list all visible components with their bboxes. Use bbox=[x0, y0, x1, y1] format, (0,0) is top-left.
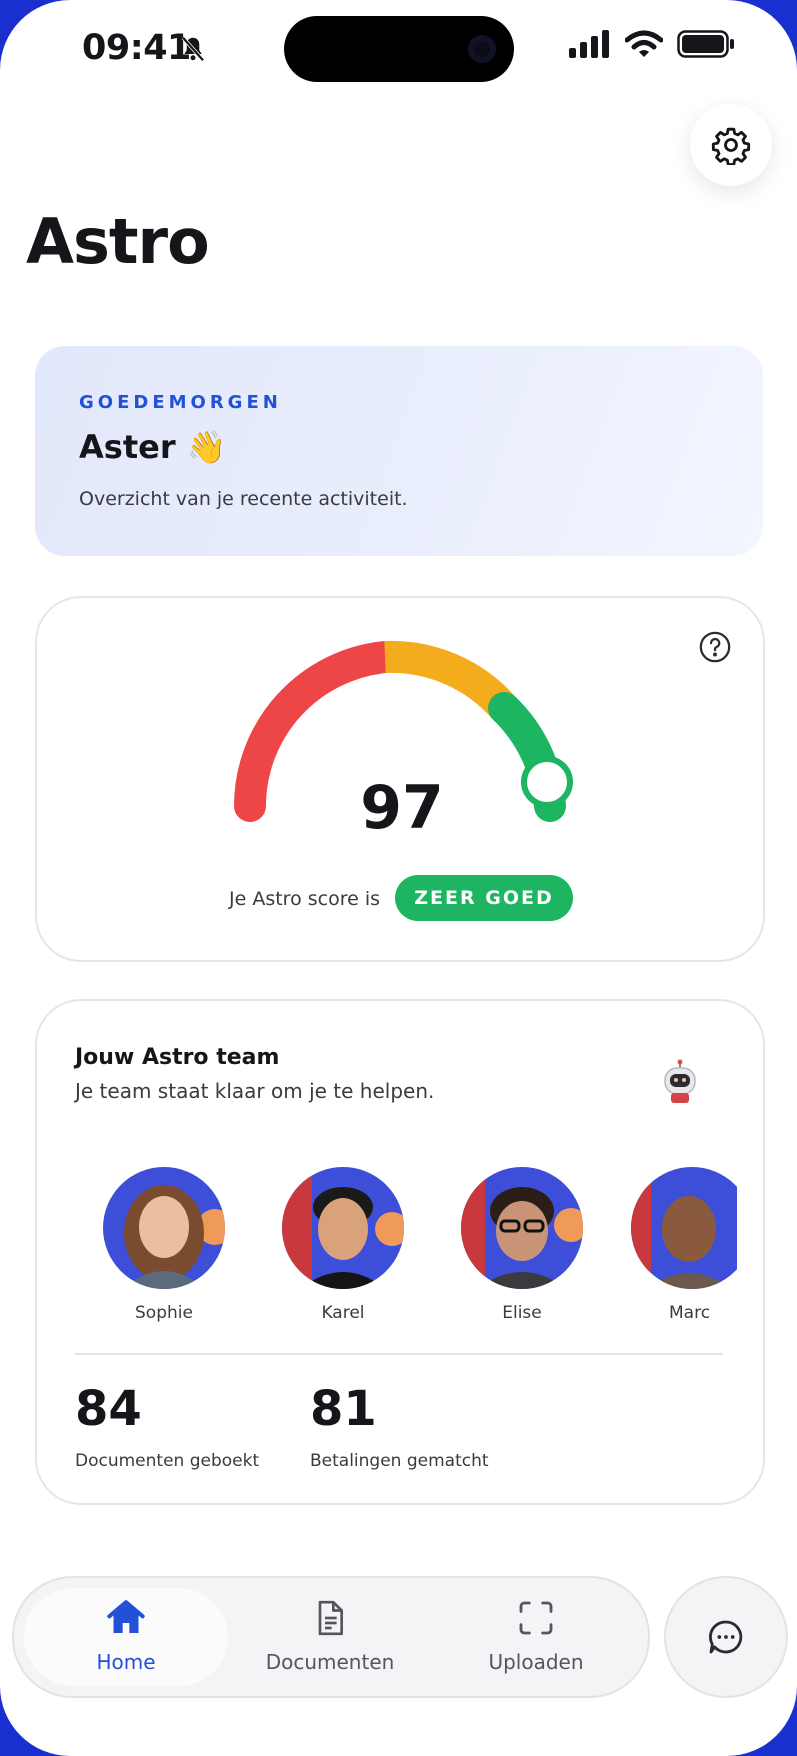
stat-payments-value: 81 bbox=[310, 1381, 377, 1437]
nav-upload[interactable]: Uploaden bbox=[436, 1598, 636, 1674]
team-member[interactable]: Karel bbox=[273, 1167, 413, 1323]
score-card: 97 Je Astro score is ZEER GOED bbox=[35, 596, 765, 962]
status-time: 09:41 bbox=[82, 28, 191, 68]
stat-payments-label: Betalingen gematcht bbox=[310, 1451, 489, 1471]
camera-dot bbox=[468, 35, 496, 63]
nav-home-label: Home bbox=[96, 1650, 156, 1674]
signal-icon bbox=[569, 30, 609, 58]
team-title: Jouw Astro team bbox=[75, 1045, 280, 1070]
score-gauge: 97 bbox=[234, 640, 573, 843]
gauge-indicator bbox=[521, 756, 573, 808]
bottom-nav: Home Documenten Uploaden bbox=[12, 1576, 650, 1698]
team-subtitle: Je team staat klaar om je te helpen. bbox=[75, 1079, 435, 1103]
team-card: Jouw Astro team Je team staat klaar om j… bbox=[35, 999, 765, 1505]
nav-documents[interactable]: Documenten bbox=[230, 1598, 430, 1674]
stat-documents-value: 84 bbox=[75, 1381, 142, 1437]
score-badge: ZEER GOED bbox=[395, 875, 573, 921]
avatar bbox=[461, 1167, 583, 1289]
greeting-eyebrow: GOEDEMORGEN bbox=[79, 392, 282, 413]
gauge-orange-segment bbox=[384, 640, 517, 719]
bell-muted-icon bbox=[178, 34, 208, 68]
dynamic-island bbox=[284, 16, 514, 82]
nav-home[interactable]: Home bbox=[26, 1598, 226, 1674]
member-name: Marc bbox=[669, 1303, 711, 1323]
chat-button[interactable] bbox=[664, 1576, 788, 1698]
battery-icon bbox=[677, 30, 734, 58]
nav-documents-label: Documenten bbox=[265, 1650, 395, 1674]
avatar bbox=[282, 1167, 404, 1289]
wifi-icon bbox=[625, 30, 663, 57]
member-name: Karel bbox=[321, 1303, 365, 1323]
page-title: Astro bbox=[26, 205, 210, 278]
settings-button[interactable] bbox=[690, 104, 772, 186]
home-icon bbox=[107, 1600, 145, 1633]
greeting-subtitle: Overzicht van je recente activiteit. bbox=[79, 488, 408, 510]
help-icon[interactable] bbox=[698, 630, 732, 668]
phone-screen: 09:41 Astro GOEDEMORGEN Aster 👋 Overzich… bbox=[0, 0, 797, 1756]
document-icon bbox=[318, 1600, 343, 1636]
score-label: Je Astro score is bbox=[229, 888, 381, 910]
gear-icon bbox=[711, 127, 751, 165]
team-member[interactable]: Sophie bbox=[94, 1167, 234, 1323]
greeting-name: Aster 👋 bbox=[79, 428, 227, 466]
team-member[interactable]: Marc bbox=[631, 1167, 737, 1323]
scan-icon bbox=[519, 1601, 553, 1635]
chat-icon bbox=[709, 1620, 743, 1654]
divider bbox=[75, 1353, 723, 1355]
team-member[interactable]: Elise bbox=[452, 1167, 592, 1323]
member-name: Sophie bbox=[135, 1303, 193, 1323]
astronaut-icon bbox=[657, 1059, 703, 1109]
avatar bbox=[631, 1167, 737, 1289]
status-indicators bbox=[569, 30, 735, 58]
member-name: Elise bbox=[502, 1303, 542, 1323]
greeting-card: GOEDEMORGEN Aster 👋 Overzicht van je rec… bbox=[35, 346, 763, 556]
stat-documents-label: Documenten geboekt bbox=[75, 1451, 260, 1471]
nav-upload-label: Uploaden bbox=[488, 1650, 584, 1674]
score-value: 97 bbox=[360, 773, 444, 843]
avatar bbox=[103, 1167, 225, 1289]
